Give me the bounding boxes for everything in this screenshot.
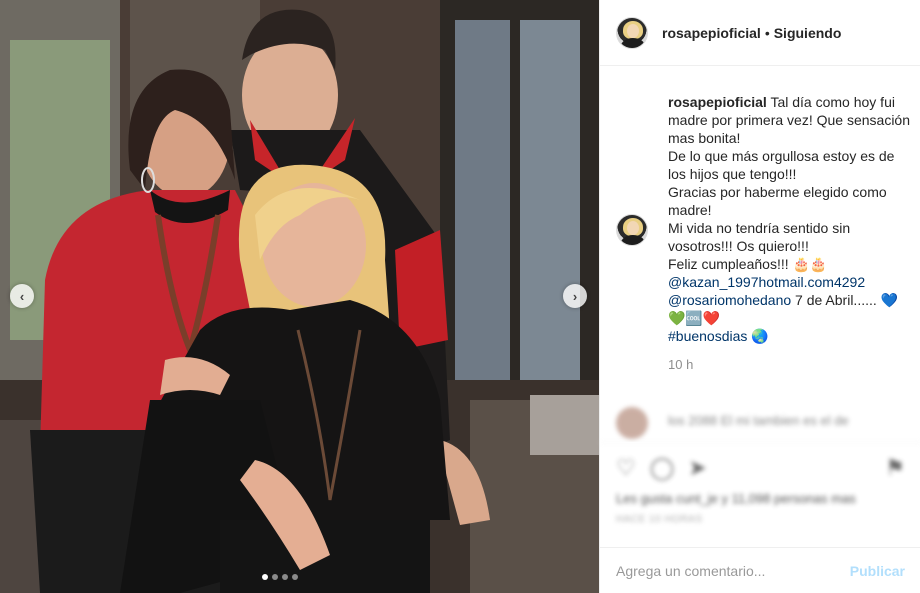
comments-section: rosapepioficial Tal día como hoy fui mad…: [600, 67, 920, 442]
caption-line: 🌏: [747, 328, 769, 344]
add-comment-bar: Publicar: [600, 547, 920, 593]
comment-icon[interactable]: ◯: [650, 455, 675, 481]
caption-line: vosotros!!! Os quiero!!!: [668, 238, 809, 254]
caption-line: Tal día como hoy fui: [770, 94, 895, 110]
comment-input[interactable]: [616, 562, 846, 579]
post-header: rosapepioficial • Siguiendo: [600, 0, 920, 66]
caption-line: mas bonita!: [668, 130, 741, 146]
caption-avatar[interactable]: [616, 214, 648, 246]
instagram-post-modal: ‹ › rosapepioficial • Siguiendo rosapepi…: [0, 0, 920, 593]
caption-line: De lo que más orgullosa estoy es de: [668, 148, 895, 164]
carousel-dot: [282, 574, 288, 580]
caption-line: Feliz cumpleaños!!! 🎂🎂: [668, 256, 828, 272]
post-actions: ♡ ◯ ➤ ⚑ Les gusta cunt_je y 11,098 perso…: [600, 442, 920, 547]
caption-line: los hijos que tengo!!!: [668, 166, 797, 182]
caption-emoji-line: 💚🆒❤️: [668, 310, 721, 326]
hashtag-link[interactable]: #buenosdias: [668, 328, 747, 344]
carousel-dot: [272, 574, 278, 580]
caption-username-link[interactable]: rosapepioficial: [668, 94, 767, 110]
carousel-indicator: [262, 574, 298, 580]
post-date: HACE 10 HORAS: [616, 514, 703, 525]
caption-line: Mi vida no tendría sentido sin: [668, 220, 851, 236]
caption-line: 7 de Abril...... 💙: [791, 292, 899, 308]
bookmark-icon[interactable]: ⚑: [885, 455, 905, 481]
post-caption: rosapepioficial Tal día como hoy fui mad…: [668, 93, 918, 345]
comment-item: los 2088 El mi tambien es el de: [616, 407, 906, 442]
caption-line: madre por primera vez! Que sensación: [668, 112, 910, 128]
caption-line: Gracias por haberme elegido como: [668, 184, 887, 200]
caption-timestamp[interactable]: 10 h: [668, 357, 693, 372]
carousel-next-button[interactable]: ›: [563, 284, 587, 308]
carousel-dot: [262, 574, 268, 580]
post-side-panel: rosapepioficial • Siguiendo rosapepiofic…: [599, 0, 920, 593]
mention-link[interactable]: @kazan_1997hotmail.com4292: [668, 274, 865, 290]
avatar[interactable]: [616, 16, 648, 49]
carousel-dot: [292, 574, 298, 580]
likes-count[interactable]: Les gusta cunt_je y 11,098 personas mas: [600, 481, 920, 506]
comment-text: los 2088 El mi tambien es el de: [668, 413, 849, 428]
publish-button[interactable]: Publicar: [850, 563, 905, 579]
carousel-prev-button[interactable]: ‹: [10, 284, 34, 308]
header-separator: •: [764, 24, 770, 41]
chevron-right-icon: ›: [572, 288, 578, 304]
caption-line: madre!: [668, 202, 712, 218]
share-icon[interactable]: ➤: [688, 455, 706, 481]
post-photo[interactable]: ‹ ›: [0, 0, 599, 593]
header-username-link[interactable]: rosapepioficial: [662, 25, 761, 41]
mention-link[interactable]: @rosariomohedano: [668, 292, 791, 308]
follow-status-button[interactable]: Siguiendo: [774, 25, 842, 41]
heart-icon[interactable]: ♡: [616, 455, 636, 481]
chevron-left-icon: ‹: [19, 288, 25, 304]
avatar: [616, 407, 648, 439]
photo-illustration: [0, 0, 599, 593]
